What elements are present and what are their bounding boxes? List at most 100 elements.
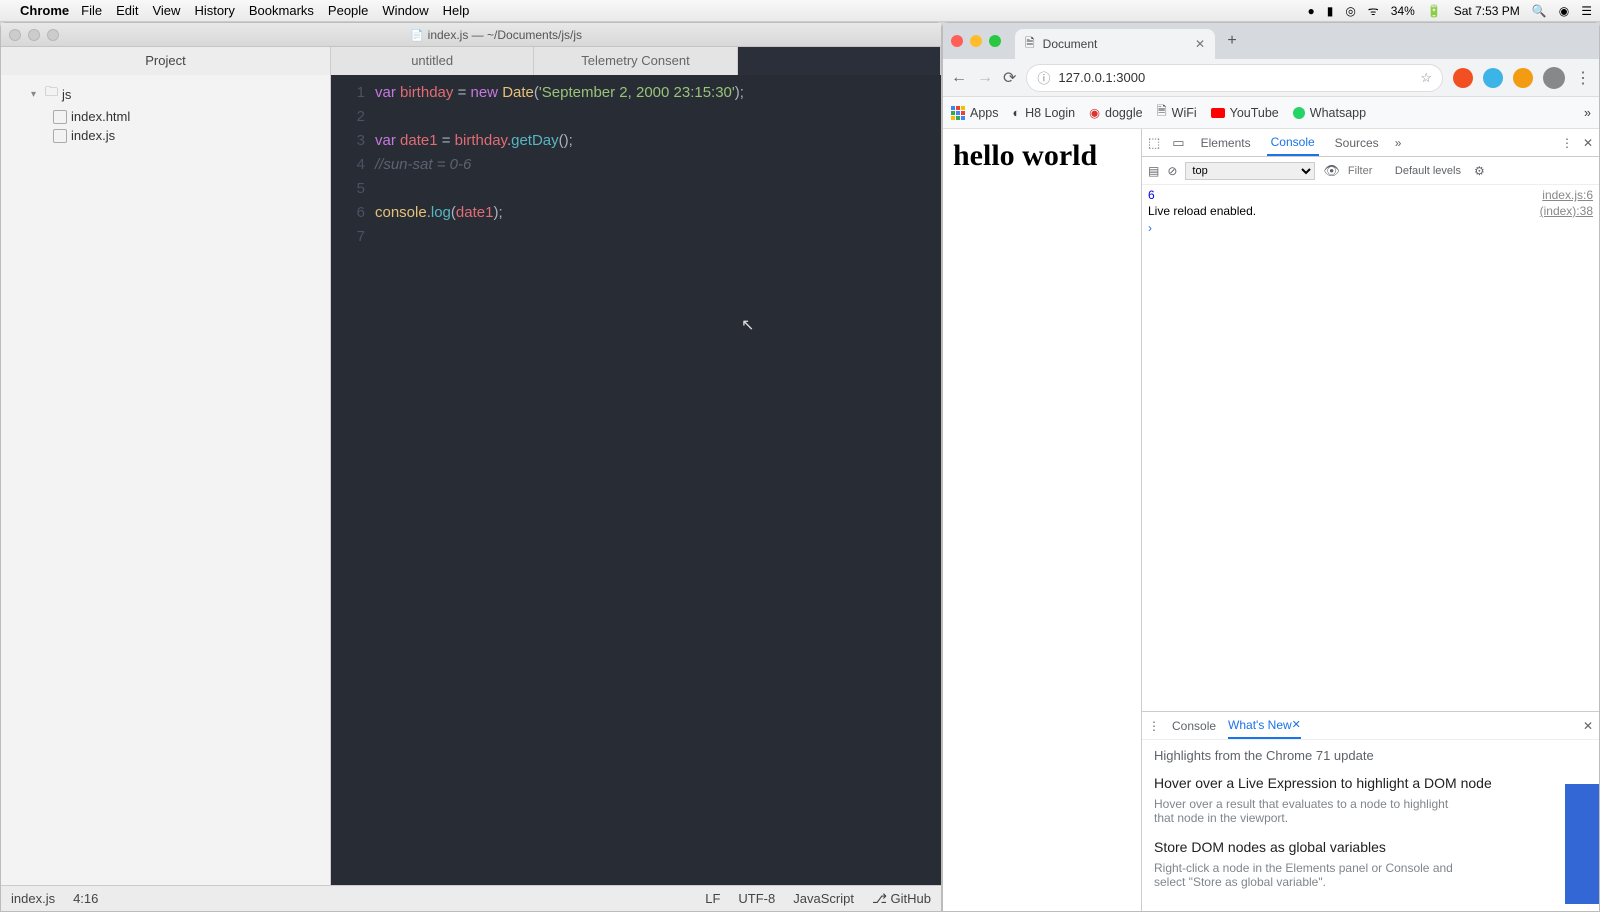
record-icon[interactable]: ● bbox=[1307, 4, 1314, 18]
clear-console-icon[interactable]: ⊘ bbox=[1167, 164, 1177, 178]
reload-button[interactable]: ⟳ bbox=[1003, 68, 1016, 88]
menu-people[interactable]: People bbox=[328, 3, 368, 18]
menu-help[interactable]: Help bbox=[443, 3, 470, 18]
code-editor[interactable]: 1234567 var birthday = new Date('Septemb… bbox=[331, 75, 941, 885]
console-source-link[interactable]: index.js:6 bbox=[1542, 188, 1593, 202]
menu-history[interactable]: History bbox=[194, 3, 234, 18]
editor-close-icon[interactable] bbox=[9, 29, 21, 41]
bookmark-apps[interactable]: Apps bbox=[951, 106, 999, 120]
status-enc[interactable]: UTF-8 bbox=[738, 891, 775, 906]
console-prompt[interactable]: › bbox=[1148, 219, 1593, 237]
console-settings-icon[interactable]: ⚙ bbox=[1474, 164, 1485, 178]
tray-icon[interactable]: ▮ bbox=[1327, 4, 1334, 18]
tree-file-html[interactable]: index.html bbox=[1, 107, 330, 126]
menu-edit[interactable]: Edit bbox=[116, 3, 138, 18]
sync-icon[interactable]: ◎ bbox=[1345, 4, 1355, 18]
tab-telemetry[interactable]: Telemetry Consent bbox=[534, 47, 737, 75]
tab-active-blank[interactable] bbox=[738, 47, 941, 75]
bookmark-item[interactable]: 🗎WiFi bbox=[1157, 102, 1197, 123]
devtools-tab-console[interactable]: Console bbox=[1267, 129, 1319, 156]
notifications-icon[interactable]: ☰ bbox=[1581, 4, 1592, 18]
tree-file-label: index.js bbox=[71, 128, 115, 143]
gutter: 1234567 bbox=[331, 75, 375, 885]
omnibox[interactable]: ⓘ 127.0.0.1:3000 ☆ bbox=[1026, 64, 1443, 92]
devtools-tab-sources[interactable]: Sources bbox=[1331, 129, 1383, 156]
console-value: Live reload enabled. bbox=[1148, 204, 1256, 218]
tree-folder-js[interactable]: ▾ 🗀 js bbox=[1, 81, 330, 107]
browser-tab[interactable]: 🗎 Document ✕ bbox=[1015, 29, 1215, 59]
favicon-icon: ◉ bbox=[1089, 105, 1100, 120]
page-icon: 🗎 bbox=[1025, 34, 1035, 55]
tab-close-icon[interactable]: ✕ bbox=[1195, 37, 1205, 51]
forward-button[interactable]: → bbox=[977, 69, 993, 87]
sidebar-toggle-icon[interactable]: ▤ bbox=[1148, 164, 1159, 178]
chevron-down-icon: ▾ bbox=[31, 89, 41, 100]
tab-title: Document bbox=[1043, 37, 1098, 51]
editor-maximize-icon[interactable] bbox=[47, 29, 59, 41]
chrome-close-icon[interactable] bbox=[951, 35, 963, 47]
devtools-close-icon[interactable]: ✕ bbox=[1583, 136, 1593, 150]
clock: Sat 7:53 PM bbox=[1454, 4, 1520, 18]
whatsapp-icon bbox=[1293, 107, 1305, 119]
page-viewport: hello world bbox=[943, 129, 1141, 911]
whatsnew-item-title: Hover over a Live Expression to highligh… bbox=[1154, 775, 1587, 791]
bookmark-item[interactable]: Whatsapp bbox=[1293, 106, 1366, 120]
back-button[interactable]: ← bbox=[951, 69, 967, 87]
console-output[interactable]: 6 index.js:6 Live reload enabled. (index… bbox=[1142, 185, 1599, 711]
profile-avatar[interactable] bbox=[1543, 67, 1565, 89]
spotlight-icon[interactable]: 🔍 bbox=[1532, 4, 1547, 18]
log-levels[interactable]: Default levels bbox=[1390, 162, 1466, 180]
chrome-minimize-icon[interactable] bbox=[970, 35, 982, 47]
chrome-menu-icon[interactable]: ⋮ bbox=[1575, 68, 1591, 88]
whatsnew-item-desc: Hover over a result that evaluates to a … bbox=[1154, 797, 1464, 825]
status-file[interactable]: index.js bbox=[11, 891, 55, 906]
devtools-menu-icon[interactable]: ⋮ bbox=[1561, 136, 1573, 150]
live-expression-icon[interactable]: 👁 bbox=[1323, 163, 1340, 179]
menu-bookmarks[interactable]: Bookmarks bbox=[249, 3, 314, 18]
battery-percent: 34% bbox=[1391, 4, 1415, 18]
device-icon[interactable]: ▭ bbox=[1172, 135, 1184, 151]
drawer-menu-icon[interactable]: ⋮ bbox=[1148, 719, 1160, 733]
status-git[interactable]: ⎇ GitHub bbox=[872, 891, 931, 907]
console-source-link[interactable]: (index):38 bbox=[1540, 204, 1593, 218]
battery-icon[interactable]: 🔋 bbox=[1427, 4, 1442, 18]
status-lang[interactable]: JavaScript bbox=[793, 891, 854, 906]
bookmarks-overflow-icon[interactable]: » bbox=[1584, 106, 1591, 120]
console-value: 6 bbox=[1148, 188, 1155, 202]
inspect-icon[interactable]: ⬚ bbox=[1148, 135, 1160, 151]
chrome-toolbar: ← → ⟳ ⓘ 127.0.0.1:3000 ☆ ⋮ bbox=[943, 59, 1599, 97]
mouse-cursor-icon: ↖ bbox=[741, 315, 754, 335]
devtools-tabs-overflow-icon[interactable]: » bbox=[1395, 136, 1402, 150]
app-name[interactable]: Chrome bbox=[20, 3, 69, 18]
siri-icon[interactable]: ◉ bbox=[1559, 4, 1569, 18]
wifi-icon[interactable]: ᯤ bbox=[1368, 2, 1379, 19]
status-pos[interactable]: 4:16 bbox=[73, 891, 98, 906]
extension-icon[interactable] bbox=[1483, 68, 1503, 88]
project-tab[interactable]: Project bbox=[1, 47, 331, 75]
bookmark-star-icon[interactable]: ☆ bbox=[1420, 70, 1432, 86]
drawer-tab-whatsnew[interactable]: What's New ✕ bbox=[1228, 712, 1301, 739]
tree-file-js[interactable]: index.js bbox=[1, 126, 330, 145]
editor-minimize-icon[interactable] bbox=[28, 29, 40, 41]
extension-icon[interactable] bbox=[1513, 68, 1533, 88]
bookmark-item[interactable]: YouTube bbox=[1211, 106, 1279, 120]
url-text: 127.0.0.1:3000 bbox=[1058, 70, 1145, 85]
drawer-tab-console[interactable]: Console bbox=[1172, 719, 1216, 733]
devtools-tab-elements[interactable]: Elements bbox=[1197, 129, 1255, 156]
editor-titlebar: 📄index.js — ~/Documents/js/js bbox=[1, 23, 941, 47]
menu-file[interactable]: File bbox=[81, 3, 102, 18]
status-eol[interactable]: LF bbox=[705, 891, 720, 906]
new-tab-button[interactable]: + bbox=[1219, 28, 1245, 54]
menu-window[interactable]: Window bbox=[382, 3, 428, 18]
drawer-close-icon[interactable]: ✕ bbox=[1583, 719, 1593, 733]
tab-untitled[interactable]: untitled bbox=[331, 47, 534, 75]
close-icon[interactable]: ✕ bbox=[1292, 718, 1301, 731]
extension-icon[interactable] bbox=[1453, 68, 1473, 88]
bookmark-item[interactable]: ◐H8 Login bbox=[1013, 106, 1076, 120]
bookmark-item[interactable]: ◉doggle bbox=[1089, 105, 1142, 120]
site-info-icon[interactable]: ⓘ bbox=[1037, 68, 1050, 87]
menu-view[interactable]: View bbox=[152, 3, 180, 18]
filter-input[interactable] bbox=[1348, 165, 1382, 177]
context-select[interactable]: top bbox=[1185, 162, 1315, 180]
chrome-maximize-icon[interactable] bbox=[989, 35, 1001, 47]
